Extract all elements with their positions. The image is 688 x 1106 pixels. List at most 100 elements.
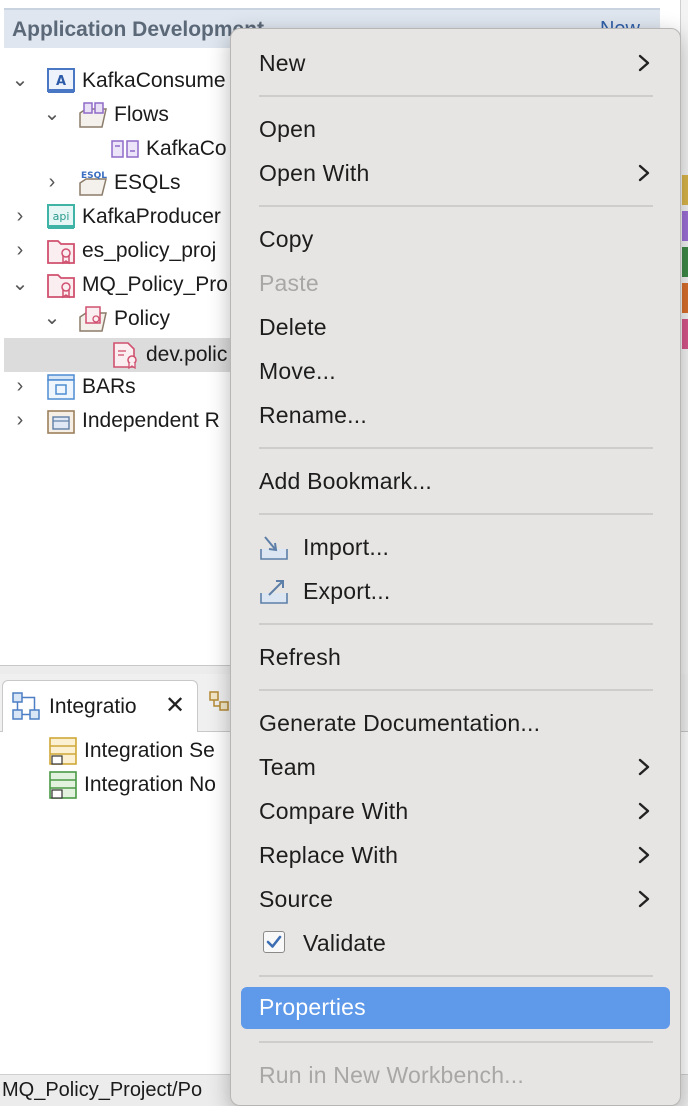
palette-swatch — [682, 211, 688, 241]
chevron-down-icon[interactable]: ⌄ — [42, 104, 62, 124]
palette-swatch — [682, 175, 688, 205]
second-view-tab-icon[interactable] — [208, 690, 230, 714]
menu-item-label: Refresh — [259, 644, 341, 670]
menu-item-label: Export... — [303, 578, 391, 604]
menu-item-import[interactable]: Import... — [231, 527, 680, 567]
close-icon[interactable]: ✕ — [165, 691, 185, 720]
menu-item-label: Move... — [259, 358, 336, 384]
menu-item-label: Open With — [259, 160, 370, 186]
integration-tab-label: Integratio — [49, 695, 137, 718]
menu-item-generate-documentation[interactable]: Generate Documentation... — [231, 703, 680, 743]
menu-item-new[interactable]: New — [231, 43, 680, 83]
chevron-down-icon[interactable]: ⌄ — [10, 70, 30, 90]
bars-icon — [47, 374, 75, 400]
tree-item-label: Policy — [114, 307, 171, 330]
policy-folder-icon — [79, 306, 107, 332]
menu-item-label: Validate — [303, 930, 387, 956]
tree-item-label: MQ_Policy_Pro — [82, 273, 228, 296]
flows-folder-icon — [79, 102, 107, 128]
checkmark-icon — [266, 935, 282, 948]
chevron-right-icon — [638, 164, 650, 182]
tree-item-label: BARs — [82, 375, 136, 398]
menu-item-properties[interactable]: Properties — [241, 987, 670, 1029]
menu-item-label: Import... — [303, 534, 390, 560]
menu-item-export[interactable]: Export... — [231, 571, 680, 611]
chevron-right-icon[interactable]: › — [10, 240, 30, 260]
chevron-right-icon — [638, 802, 650, 820]
menu-item-copy[interactable]: Copy — [231, 219, 680, 259]
message-flow-icon — [111, 140, 139, 158]
policy-project-icon — [47, 274, 75, 299]
menu-item-label: Rename... — [259, 402, 367, 428]
menu-item-rename[interactable]: Rename... — [231, 395, 680, 435]
integration-node-icon — [49, 771, 77, 799]
status-text: MQ_Policy_Project/Po — [2, 1079, 203, 1101]
tree-item-label: KafkaConsume — [82, 69, 226, 92]
menu-item-compare-with[interactable]: Compare With — [231, 791, 680, 831]
tree-item-label: es_policy_proj — [82, 239, 217, 262]
tree-item-label: dev.polic — [146, 343, 228, 366]
tree-item-label: Flows — [114, 103, 169, 126]
menu-item-label: Team — [259, 754, 317, 780]
menu-item-label: Paste — [259, 270, 319, 296]
policy-project-icon — [47, 240, 75, 265]
tree-item-label: KafkaCo — [146, 137, 227, 160]
integration-explorer-icon — [12, 692, 40, 720]
chevron-right-icon[interactable]: › — [10, 376, 30, 396]
menu-separator — [259, 623, 653, 625]
chevron-right-icon — [638, 54, 650, 72]
tree-item-label: KafkaProducer — [82, 205, 221, 228]
menu-item-label: Generate Documentation... — [259, 710, 541, 736]
menu-item-move[interactable]: Move... — [231, 351, 680, 391]
svg-text:A: A — [56, 74, 66, 89]
menu-separator — [259, 975, 653, 977]
menu-item-label: Add Bookmark... — [259, 468, 433, 494]
menu-item-source[interactable]: Source — [231, 879, 680, 919]
palette-swatch — [682, 319, 688, 349]
chevron-down-icon[interactable]: ⌄ — [42, 308, 62, 328]
menu-item-validate[interactable]: Validate — [231, 923, 680, 963]
menu-item-replace-with[interactable]: Replace With — [231, 835, 680, 875]
rest-api-icon: api — [47, 204, 75, 229]
menu-item-paste: Paste — [231, 263, 680, 303]
menu-separator — [259, 447, 653, 449]
chevron-down-icon[interactable]: ⌄ — [10, 274, 30, 294]
menu-separator — [259, 95, 653, 97]
tree-item-label: ESQLs — [114, 171, 181, 194]
application-icon: A — [47, 68, 75, 93]
menu-separator — [259, 1041, 653, 1043]
svg-text:api: api — [53, 210, 70, 223]
tab-integration-explorer[interactable]: Integratio ✕ — [2, 680, 198, 732]
independent-resources-icon — [47, 410, 75, 434]
chevron-right-icon — [638, 758, 650, 776]
menu-item-label: Run in New Workbench... — [259, 1062, 524, 1088]
palette-swatch — [682, 247, 688, 277]
menu-item-label: Replace With — [259, 842, 399, 868]
integration-row-label: Integration Se — [84, 739, 215, 762]
menu-item-delete[interactable]: Delete — [231, 307, 680, 347]
menu-separator — [259, 513, 653, 515]
policy-file-icon — [113, 342, 137, 369]
menu-item-refresh[interactable]: Refresh — [231, 637, 680, 677]
menu-item-add-bookmark[interactable]: Add Bookmark... — [231, 461, 680, 501]
menu-item-label: New — [259, 50, 306, 76]
validate-checkbox[interactable] — [263, 931, 285, 953]
esql-folder-icon: ESQL — [79, 171, 107, 196]
chevron-right-icon[interactable]: › — [10, 206, 30, 226]
menu-separator — [259, 689, 653, 691]
integration-server-icon — [49, 737, 77, 765]
menu-item-label: Open — [259, 116, 317, 142]
menu-item-team[interactable]: Team — [231, 747, 680, 787]
export-icon — [260, 580, 288, 604]
chevron-right-icon[interactable]: › — [10, 410, 30, 430]
navigator-title: Application Development — [12, 18, 265, 41]
menu-item-open-with[interactable]: Open With — [231, 153, 680, 193]
chevron-right-icon[interactable]: › — [42, 172, 62, 192]
tree-item-label: Independent R — [82, 409, 220, 432]
menu-item-open[interactable]: Open — [231, 109, 680, 149]
menu-item-label: Properties — [259, 994, 366, 1020]
context-menu: New Open Open With Copy Paste Delete Mov… — [230, 28, 681, 1106]
menu-item-run-in-new-workbench: Run in New Workbench... — [231, 1055, 680, 1095]
menu-separator — [259, 205, 653, 207]
chevron-right-icon — [638, 846, 650, 864]
